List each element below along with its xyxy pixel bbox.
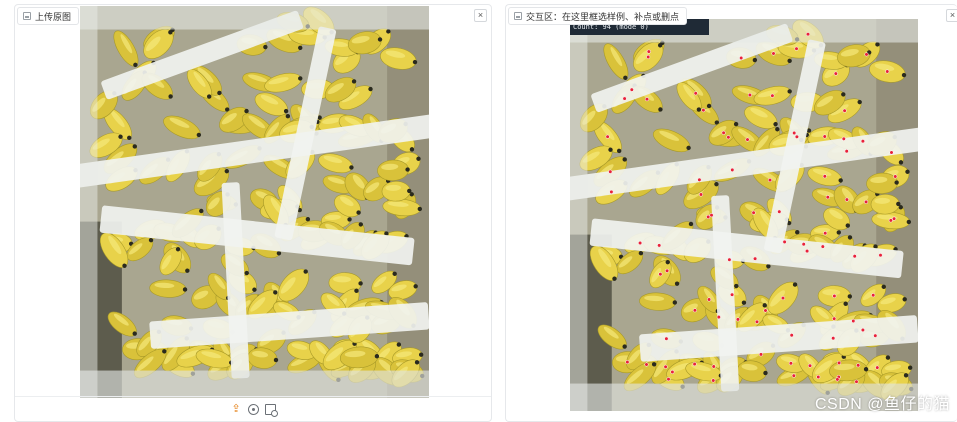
banana-photo-graphic [80, 6, 429, 398]
watermark: CSDN @鱼仔的猫 [814, 396, 950, 413]
upload-panel-label: 上传原图 [17, 7, 80, 25]
upload-image-panel: 上传原图 × ⇪ [14, 4, 492, 422]
image-icon [23, 12, 31, 20]
interaction-panel: 交互区：在这里框选样例、补点或删点 × Count: 94 (mode 0) [505, 4, 957, 422]
upload-icon[interactable]: ⇪ [231, 403, 242, 415]
clear-interaction-button[interactable]: × [946, 9, 957, 22]
annotation-canvas[interactable]: Count: 94 (mode 0) [570, 19, 918, 411]
clear-image-button[interactable]: × [474, 9, 487, 22]
upload-panel-title: 上传原图 [35, 11, 72, 22]
interaction-panel-label: 交互区：在这里框选样例、补点或删点 [508, 7, 688, 25]
webcam-icon[interactable] [247, 403, 259, 415]
image-source-toolbar: ⇪ [15, 396, 491, 421]
uploaded-banana-photo[interactable] [80, 6, 429, 398]
image-icon [514, 12, 522, 20]
annotated-banana-graphic [570, 19, 918, 411]
interaction-panel-title: 交互区：在这里框选样例、补点或删点 [526, 11, 680, 22]
clipboard-icon[interactable] [264, 403, 278, 417]
